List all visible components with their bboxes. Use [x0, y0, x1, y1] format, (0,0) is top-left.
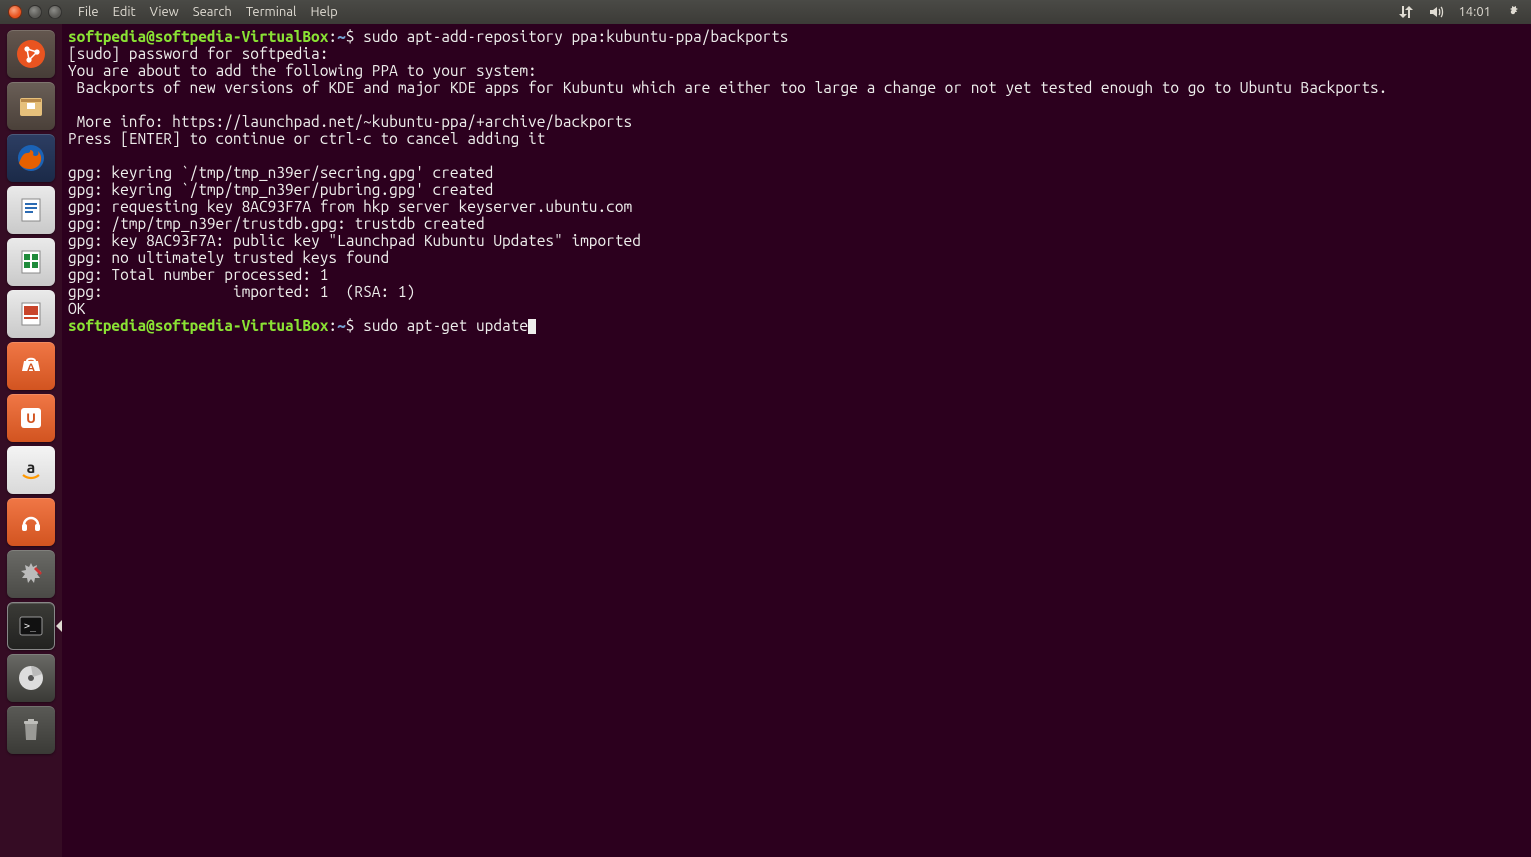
window-controls — [0, 5, 70, 19]
cursor — [528, 319, 536, 334]
launcher-files[interactable] — [7, 82, 55, 130]
launcher-disc[interactable] — [7, 654, 55, 702]
unity-launcher: A U a >_ — [0, 24, 62, 857]
output-line: [sudo] password for softpedia: — [68, 45, 337, 62]
minimize-button[interactable] — [28, 5, 42, 19]
maximize-button[interactable] — [48, 5, 62, 19]
output-line: You are about to add the following PPA t… — [68, 62, 537, 79]
top-panel: File Edit View Search Terminal Help 14:0… — [0, 0, 1531, 24]
terminal-output[interactable]: softpedia@softpedia-VirtualBox:~$ sudo a… — [62, 24, 1531, 857]
output-line: gpg: imported: 1 (RSA: 1) — [68, 283, 415, 300]
launcher-ubuntu-one[interactable]: U — [7, 394, 55, 442]
launcher-settings[interactable] — [7, 550, 55, 598]
launcher-trash[interactable] — [7, 706, 55, 754]
output-line: gpg: Total number processed: 1 — [68, 266, 328, 283]
menu-edit[interactable]: Edit — [113, 5, 136, 19]
launcher-terminal[interactable]: >_ — [7, 602, 55, 650]
output-line: OK — [68, 300, 85, 317]
launcher-firefox[interactable] — [7, 134, 55, 182]
menu-file[interactable]: File — [78, 5, 99, 19]
prompt-user-host: softpedia@softpedia-VirtualBox — [68, 28, 328, 45]
prompt-path: ~ — [337, 317, 346, 334]
svg-text:U: U — [26, 410, 36, 426]
volume-icon[interactable] — [1428, 4, 1444, 20]
prompt-user-host: softpedia@softpedia-VirtualBox — [68, 317, 328, 334]
menu-bar: File Edit View Search Terminal Help — [70, 5, 338, 19]
svg-text:>_: >_ — [24, 621, 37, 632]
menu-help[interactable]: Help — [310, 5, 337, 19]
command-2: sudo apt-get update — [363, 317, 528, 334]
launcher-amazon[interactable]: a — [7, 446, 55, 494]
launcher-software-center[interactable]: A — [7, 342, 55, 390]
launcher-writer[interactable] — [7, 186, 55, 234]
output-line: gpg: key 8AC93F7A: public key "Launchpad… — [68, 232, 641, 249]
launcher-music[interactable] — [7, 498, 55, 546]
svg-text:a: a — [27, 459, 36, 477]
menu-view[interactable]: View — [150, 5, 179, 19]
output-line: gpg: requesting key 8AC93F7A from hkp se… — [68, 198, 632, 215]
launcher-calc[interactable] — [7, 238, 55, 286]
launcher-dash[interactable] — [7, 30, 55, 78]
output-line: gpg: no ultimately trusted keys found — [68, 249, 389, 266]
menu-terminal[interactable]: Terminal — [246, 5, 297, 19]
output-line: More info: https://launchpad.net/~kubunt… — [68, 113, 632, 130]
output-line: gpg: keyring `/tmp/tmp_n39er/pubring.gpg… — [68, 181, 493, 198]
output-line: Backports of new versions of KDE and maj… — [68, 79, 1387, 96]
clock[interactable]: 14:01 — [1458, 5, 1491, 19]
output-line: Press [ENTER] to continue or ctrl-c to c… — [68, 130, 545, 147]
gear-icon[interactable] — [1505, 4, 1521, 20]
command-1: sudo apt-add-repository ppa:kubuntu-ppa/… — [363, 28, 788, 45]
prompt-path: ~ — [337, 28, 346, 45]
panel-indicators: 14:01 — [1398, 4, 1531, 20]
network-icon[interactable] — [1398, 4, 1414, 20]
menu-search[interactable]: Search — [193, 5, 232, 19]
launcher-impress[interactable] — [7, 290, 55, 338]
output-line: gpg: /tmp/tmp_n39er/trustdb.gpg: trustdb… — [68, 215, 485, 232]
close-button[interactable] — [8, 5, 22, 19]
output-line: gpg: keyring `/tmp/tmp_n39er/secring.gpg… — [68, 164, 493, 181]
svg-text:A: A — [27, 362, 35, 374]
